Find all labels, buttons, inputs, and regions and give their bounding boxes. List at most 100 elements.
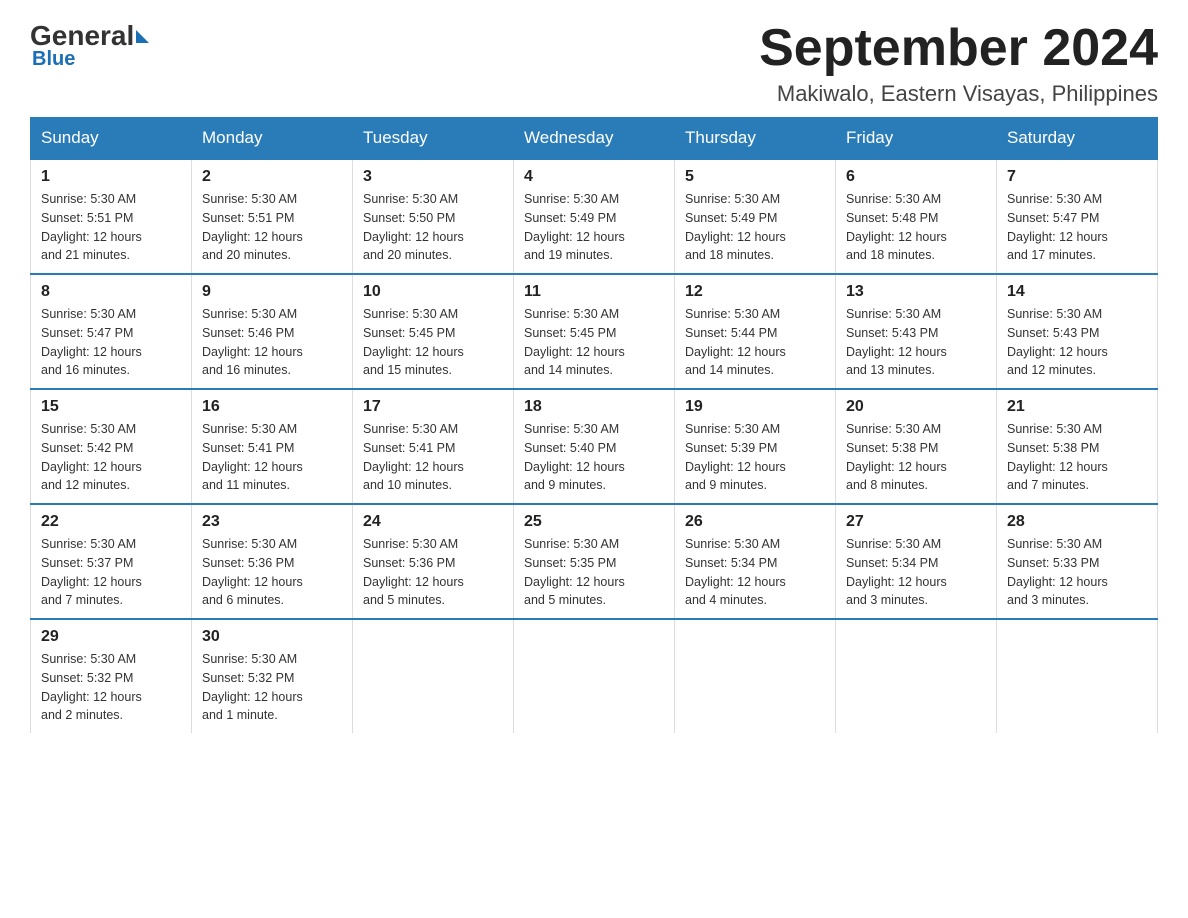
day-cell-8: 8 Sunrise: 5:30 AMSunset: 5:47 PMDayligh…: [31, 274, 192, 389]
day-info: Sunrise: 5:30 AMSunset: 5:46 PMDaylight:…: [202, 305, 342, 380]
day-cell-16: 16 Sunrise: 5:30 AMSunset: 5:41 PMDaylig…: [192, 389, 353, 504]
date-number: 10: [363, 283, 503, 301]
day-cell-1: 1 Sunrise: 5:30 AMSunset: 5:51 PMDayligh…: [31, 159, 192, 274]
day-info: Sunrise: 5:30 AMSunset: 5:45 PMDaylight:…: [363, 305, 503, 380]
date-number: 20: [846, 398, 986, 416]
date-number: 26: [685, 513, 825, 531]
calendar-header-row: Sunday Monday Tuesday Wednesday Thursday…: [31, 118, 1158, 160]
day-cell-30: 30 Sunrise: 5:30 AMSunset: 5:32 PMDaylig…: [192, 619, 353, 733]
day-cell-24: 24 Sunrise: 5:30 AMSunset: 5:36 PMDaylig…: [353, 504, 514, 619]
date-number: 6: [846, 168, 986, 186]
date-number: 18: [524, 398, 664, 416]
calendar-week-3: 15 Sunrise: 5:30 AMSunset: 5:42 PMDaylig…: [31, 389, 1158, 504]
date-number: 28: [1007, 513, 1147, 531]
day-info: Sunrise: 5:30 AMSunset: 5:47 PMDaylight:…: [1007, 190, 1147, 265]
main-title: September 2024: [759, 20, 1158, 77]
date-number: 22: [41, 513, 181, 531]
empty-cell: [675, 619, 836, 733]
calendar-week-5: 29 Sunrise: 5:30 AMSunset: 5:32 PMDaylig…: [31, 619, 1158, 733]
date-number: 12: [685, 283, 825, 301]
page-header: General Blue September 2024 Makiwalo, Ea…: [30, 20, 1158, 107]
day-cell-18: 18 Sunrise: 5:30 AMSunset: 5:40 PMDaylig…: [514, 389, 675, 504]
date-number: 14: [1007, 283, 1147, 301]
logo-arrow-shape: [136, 30, 149, 43]
date-number: 23: [202, 513, 342, 531]
day-info: Sunrise: 5:30 AMSunset: 5:42 PMDaylight:…: [41, 420, 181, 495]
day-cell-17: 17 Sunrise: 5:30 AMSunset: 5:41 PMDaylig…: [353, 389, 514, 504]
day-cell-14: 14 Sunrise: 5:30 AMSunset: 5:43 PMDaylig…: [997, 274, 1158, 389]
date-number: 9: [202, 283, 342, 301]
day-cell-13: 13 Sunrise: 5:30 AMSunset: 5:43 PMDaylig…: [836, 274, 997, 389]
day-cell-10: 10 Sunrise: 5:30 AMSunset: 5:45 PMDaylig…: [353, 274, 514, 389]
calendar-table: Sunday Monday Tuesday Wednesday Thursday…: [30, 117, 1158, 733]
day-cell-9: 9 Sunrise: 5:30 AMSunset: 5:46 PMDayligh…: [192, 274, 353, 389]
empty-cell: [353, 619, 514, 733]
date-number: 15: [41, 398, 181, 416]
day-cell-15: 15 Sunrise: 5:30 AMSunset: 5:42 PMDaylig…: [31, 389, 192, 504]
date-number: 4: [524, 168, 664, 186]
logo: General Blue: [30, 20, 151, 71]
calendar-week-1: 1 Sunrise: 5:30 AMSunset: 5:51 PMDayligh…: [31, 159, 1158, 274]
day-info: Sunrise: 5:30 AMSunset: 5:49 PMDaylight:…: [685, 190, 825, 265]
day-cell-4: 4 Sunrise: 5:30 AMSunset: 5:49 PMDayligh…: [514, 159, 675, 274]
day-cell-25: 25 Sunrise: 5:30 AMSunset: 5:35 PMDaylig…: [514, 504, 675, 619]
day-info: Sunrise: 5:30 AMSunset: 5:35 PMDaylight:…: [524, 535, 664, 610]
header-thursday: Thursday: [675, 118, 836, 160]
day-info: Sunrise: 5:30 AMSunset: 5:34 PMDaylight:…: [685, 535, 825, 610]
date-number: 27: [846, 513, 986, 531]
day-cell-12: 12 Sunrise: 5:30 AMSunset: 5:44 PMDaylig…: [675, 274, 836, 389]
day-info: Sunrise: 5:30 AMSunset: 5:41 PMDaylight:…: [363, 420, 503, 495]
empty-cell: [514, 619, 675, 733]
date-number: 19: [685, 398, 825, 416]
date-number: 1: [41, 168, 181, 186]
day-info: Sunrise: 5:30 AMSunset: 5:32 PMDaylight:…: [202, 650, 342, 725]
day-info: Sunrise: 5:30 AMSunset: 5:49 PMDaylight:…: [524, 190, 664, 265]
day-info: Sunrise: 5:30 AMSunset: 5:43 PMDaylight:…: [1007, 305, 1147, 380]
day-info: Sunrise: 5:30 AMSunset: 5:37 PMDaylight:…: [41, 535, 181, 610]
day-cell-22: 22 Sunrise: 5:30 AMSunset: 5:37 PMDaylig…: [31, 504, 192, 619]
empty-cell: [836, 619, 997, 733]
day-cell-6: 6 Sunrise: 5:30 AMSunset: 5:48 PMDayligh…: [836, 159, 997, 274]
day-cell-26: 26 Sunrise: 5:30 AMSunset: 5:34 PMDaylig…: [675, 504, 836, 619]
date-number: 11: [524, 283, 664, 301]
logo-blue: Blue: [32, 48, 75, 71]
date-number: 24: [363, 513, 503, 531]
date-number: 25: [524, 513, 664, 531]
date-number: 30: [202, 628, 342, 646]
date-number: 5: [685, 168, 825, 186]
day-info: Sunrise: 5:30 AMSunset: 5:44 PMDaylight:…: [685, 305, 825, 380]
header-monday: Monday: [192, 118, 353, 160]
header-wednesday: Wednesday: [514, 118, 675, 160]
day-cell-23: 23 Sunrise: 5:30 AMSunset: 5:36 PMDaylig…: [192, 504, 353, 619]
day-info: Sunrise: 5:30 AMSunset: 5:48 PMDaylight:…: [846, 190, 986, 265]
date-number: 17: [363, 398, 503, 416]
empty-cell: [997, 619, 1158, 733]
date-number: 13: [846, 283, 986, 301]
day-info: Sunrise: 5:30 AMSunset: 5:38 PMDaylight:…: [846, 420, 986, 495]
day-cell-27: 27 Sunrise: 5:30 AMSunset: 5:34 PMDaylig…: [836, 504, 997, 619]
day-info: Sunrise: 5:30 AMSunset: 5:33 PMDaylight:…: [1007, 535, 1147, 610]
header-tuesday: Tuesday: [353, 118, 514, 160]
day-info: Sunrise: 5:30 AMSunset: 5:38 PMDaylight:…: [1007, 420, 1147, 495]
calendar-week-4: 22 Sunrise: 5:30 AMSunset: 5:37 PMDaylig…: [31, 504, 1158, 619]
day-cell-3: 3 Sunrise: 5:30 AMSunset: 5:50 PMDayligh…: [353, 159, 514, 274]
day-info: Sunrise: 5:30 AMSunset: 5:51 PMDaylight:…: [41, 190, 181, 265]
day-info: Sunrise: 5:30 AMSunset: 5:47 PMDaylight:…: [41, 305, 181, 380]
day-info: Sunrise: 5:30 AMSunset: 5:36 PMDaylight:…: [363, 535, 503, 610]
day-info: Sunrise: 5:30 AMSunset: 5:40 PMDaylight:…: [524, 420, 664, 495]
day-cell-7: 7 Sunrise: 5:30 AMSunset: 5:47 PMDayligh…: [997, 159, 1158, 274]
date-number: 3: [363, 168, 503, 186]
date-number: 7: [1007, 168, 1147, 186]
date-number: 21: [1007, 398, 1147, 416]
day-cell-28: 28 Sunrise: 5:30 AMSunset: 5:33 PMDaylig…: [997, 504, 1158, 619]
day-info: Sunrise: 5:30 AMSunset: 5:34 PMDaylight:…: [846, 535, 986, 610]
day-info: Sunrise: 5:30 AMSunset: 5:50 PMDaylight:…: [363, 190, 503, 265]
day-info: Sunrise: 5:30 AMSunset: 5:39 PMDaylight:…: [685, 420, 825, 495]
day-info: Sunrise: 5:30 AMSunset: 5:41 PMDaylight:…: [202, 420, 342, 495]
day-info: Sunrise: 5:30 AMSunset: 5:32 PMDaylight:…: [41, 650, 181, 725]
header-saturday: Saturday: [997, 118, 1158, 160]
day-cell-11: 11 Sunrise: 5:30 AMSunset: 5:45 PMDaylig…: [514, 274, 675, 389]
day-cell-21: 21 Sunrise: 5:30 AMSunset: 5:38 PMDaylig…: [997, 389, 1158, 504]
date-number: 29: [41, 628, 181, 646]
day-cell-5: 5 Sunrise: 5:30 AMSunset: 5:49 PMDayligh…: [675, 159, 836, 274]
